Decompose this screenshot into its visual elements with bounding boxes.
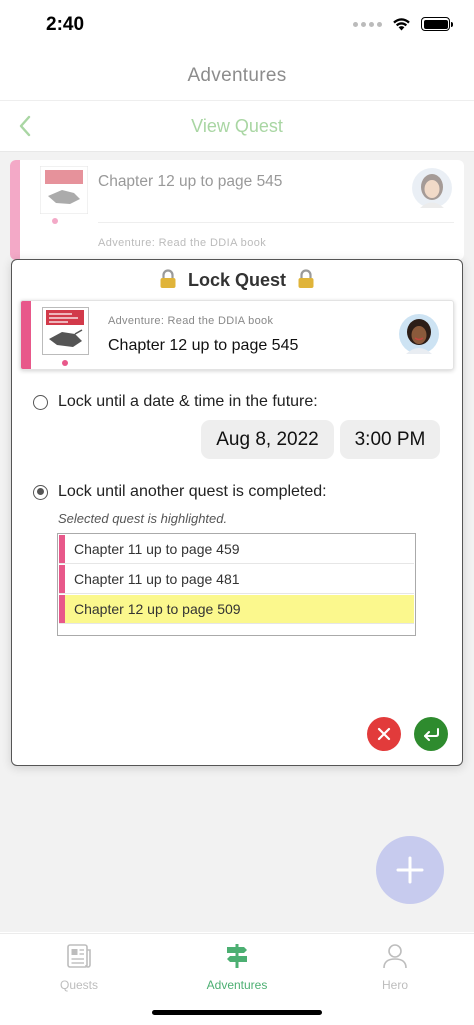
app-header: Adventures [0,50,474,101]
lock-icon [298,269,314,288]
tab-adventures-label: Adventures [206,978,268,992]
status-time: 2:40 [46,14,85,35]
time-picker[interactable]: 3:00 PM [340,420,440,459]
return-icon [424,728,439,741]
quest-color-bar [10,160,20,260]
status-bar: 2:40 [0,0,474,50]
quest-adventure: Adventure: Read the DDIA book [108,315,274,327]
list-item-label: Chapter 11 up to page 459 [74,541,240,557]
tab-adventures[interactable]: Adventures [177,942,297,992]
quest-card: Adventure: Read the DDIA book Chapter 12… [20,300,454,370]
signpost-icon [227,944,247,968]
list-item[interactable]: Chapter 11 up to page 459 [59,535,414,564]
book-cover-icon [42,307,89,355]
lock-icon [160,269,176,288]
option-lock-until-quest[interactable]: Lock until another quest is completed: [33,483,327,501]
status-indicators [353,17,453,31]
date-picker[interactable]: Aug 8, 2022 [201,420,334,459]
app-title: Adventures [187,65,287,86]
quest-color-bar [59,595,65,623]
modal-title-text: Lock Quest [187,270,287,290]
home-indicator [152,1010,322,1015]
list-item-selected[interactable]: Chapter 12 up to page 509 [59,595,414,624]
battery-icon [421,17,453,31]
lock-quest-modal: Lock Quest Adventure: Read the DDIA book… [11,259,463,766]
list-item[interactable]: Chapter 11 up to page 481 [59,565,414,594]
list-item-label: Chapter 12 up to page 509 [74,601,241,617]
tab-hero-label: Hero [381,978,408,992]
tab-quests-label: Quests [59,978,98,992]
background-card-adventure: Adventure: Read the DDIA book [98,237,267,249]
divider [98,222,454,223]
avatar [399,314,439,354]
avatar [412,168,452,208]
status-dot [62,360,68,366]
quest-title: Chapter 12 up to page 545 [108,337,299,354]
quest-list[interactable]: Chapter 11 up to page 459 Chapter 11 up … [57,533,416,636]
modal-title: Lock Quest [12,269,462,291]
tab-quests[interactable]: Quests [19,942,139,992]
nav-title: View Quest [191,116,283,136]
quest-color-bar [59,535,65,563]
book-cover-icon [40,166,88,214]
quest-color-bar [59,565,65,593]
cancel-button[interactable] [367,717,401,751]
selection-hint: Selected quest is highlighted. [58,511,228,526]
radio-quest[interactable] [33,484,48,500]
cellular-signal-icon [353,21,382,27]
nav-bar: View Quest [0,101,474,152]
confirm-button[interactable] [414,717,448,751]
radio-datetime[interactable] [33,394,48,410]
option-datetime-label: Lock until a date & time in the future: [58,393,318,410]
wifi-icon [393,18,410,31]
add-quest-button[interactable] [376,836,444,904]
tab-hero[interactable]: Hero [335,942,455,992]
status-dot [52,218,58,224]
plus-icon [396,856,424,884]
list-item-label: Chapter 11 up to page 481 [74,571,240,587]
background-quest-card[interactable]: Chapter 12 up to page 545 Adventure: Rea… [10,160,464,260]
background-card-title: Chapter 12 up to page 545 [98,173,283,190]
quest-color-bar [21,301,31,369]
close-icon [377,727,391,741]
option-lock-until-datetime[interactable]: Lock until a date & time in the future: [33,393,318,411]
newspaper-icon [67,944,91,968]
option-quest-label: Lock until another quest is completed: [58,483,327,500]
person-icon [383,944,407,969]
